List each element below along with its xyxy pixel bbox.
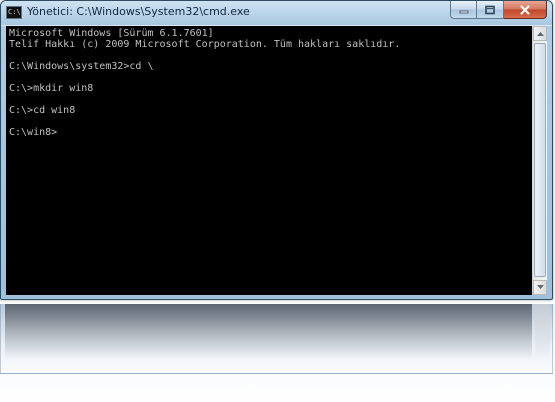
console-line-blank bbox=[9, 94, 400, 105]
minimize-button[interactable] bbox=[450, 1, 477, 19]
console-line-blank bbox=[9, 50, 400, 61]
console-line-copyright: Telif Hakkı (c) 2009 Microsoft Corporati… bbox=[9, 39, 401, 50]
console-prompt[interactable]: C:\win8> bbox=[9, 127, 400, 138]
scroll-thumb[interactable] bbox=[534, 43, 546, 277]
scroll-down-arrow-icon bbox=[537, 285, 544, 289]
console-line-blank bbox=[9, 72, 400, 83]
vertical-scrollbar[interactable] bbox=[532, 26, 547, 295]
console-line-cd-win8: C:\>cd win8 bbox=[9, 105, 76, 116]
maximize-icon bbox=[485, 5, 495, 14]
title-bar[interactable]: C:\ Yönetici: C:\Windows\System32\cmd.ex… bbox=[1, 1, 552, 26]
command-prompt-icon[interactable]: C:\ bbox=[6, 6, 22, 19]
close-icon bbox=[520, 4, 530, 15]
console-line-cd-root: C:\Windows\system32>cd \ bbox=[9, 61, 154, 72]
reflection-console bbox=[5, 304, 532, 359]
cmd-window: C:\ Yönetici: C:\Windows\System32\cmd.ex… bbox=[0, 0, 553, 300]
console-output[interactable]: Microsoft Windows [Sürüm 6.1.7601] Telif… bbox=[6, 26, 533, 295]
window-controls bbox=[450, 1, 547, 20]
desktop-stage: C:\ Yönetici: C:\Windows\System32\cmd.ex… bbox=[0, 0, 555, 402]
window-title: Yönetici: C:\Windows\System32\cmd.exe bbox=[27, 5, 250, 18]
scroll-up-button[interactable] bbox=[533, 26, 547, 41]
console-line-version: Microsoft Windows [Sürüm 6.1.7601] bbox=[9, 28, 214, 39]
minimize-icon bbox=[459, 10, 468, 13]
scroll-down-button[interactable] bbox=[533, 280, 547, 295]
maximize-button[interactable] bbox=[477, 1, 504, 19]
reflection-scrollbar bbox=[535, 304, 550, 359]
close-button[interactable] bbox=[504, 1, 547, 19]
scroll-up-arrow-icon bbox=[537, 32, 544, 36]
window-reflection bbox=[0, 304, 555, 402]
console-line-blank bbox=[9, 116, 400, 127]
console-lines: Microsoft Windows [Sürüm 6.1.7601] Telif… bbox=[9, 28, 400, 138]
console-line-mkdir: C:\>mkdir win8 bbox=[9, 83, 94, 94]
